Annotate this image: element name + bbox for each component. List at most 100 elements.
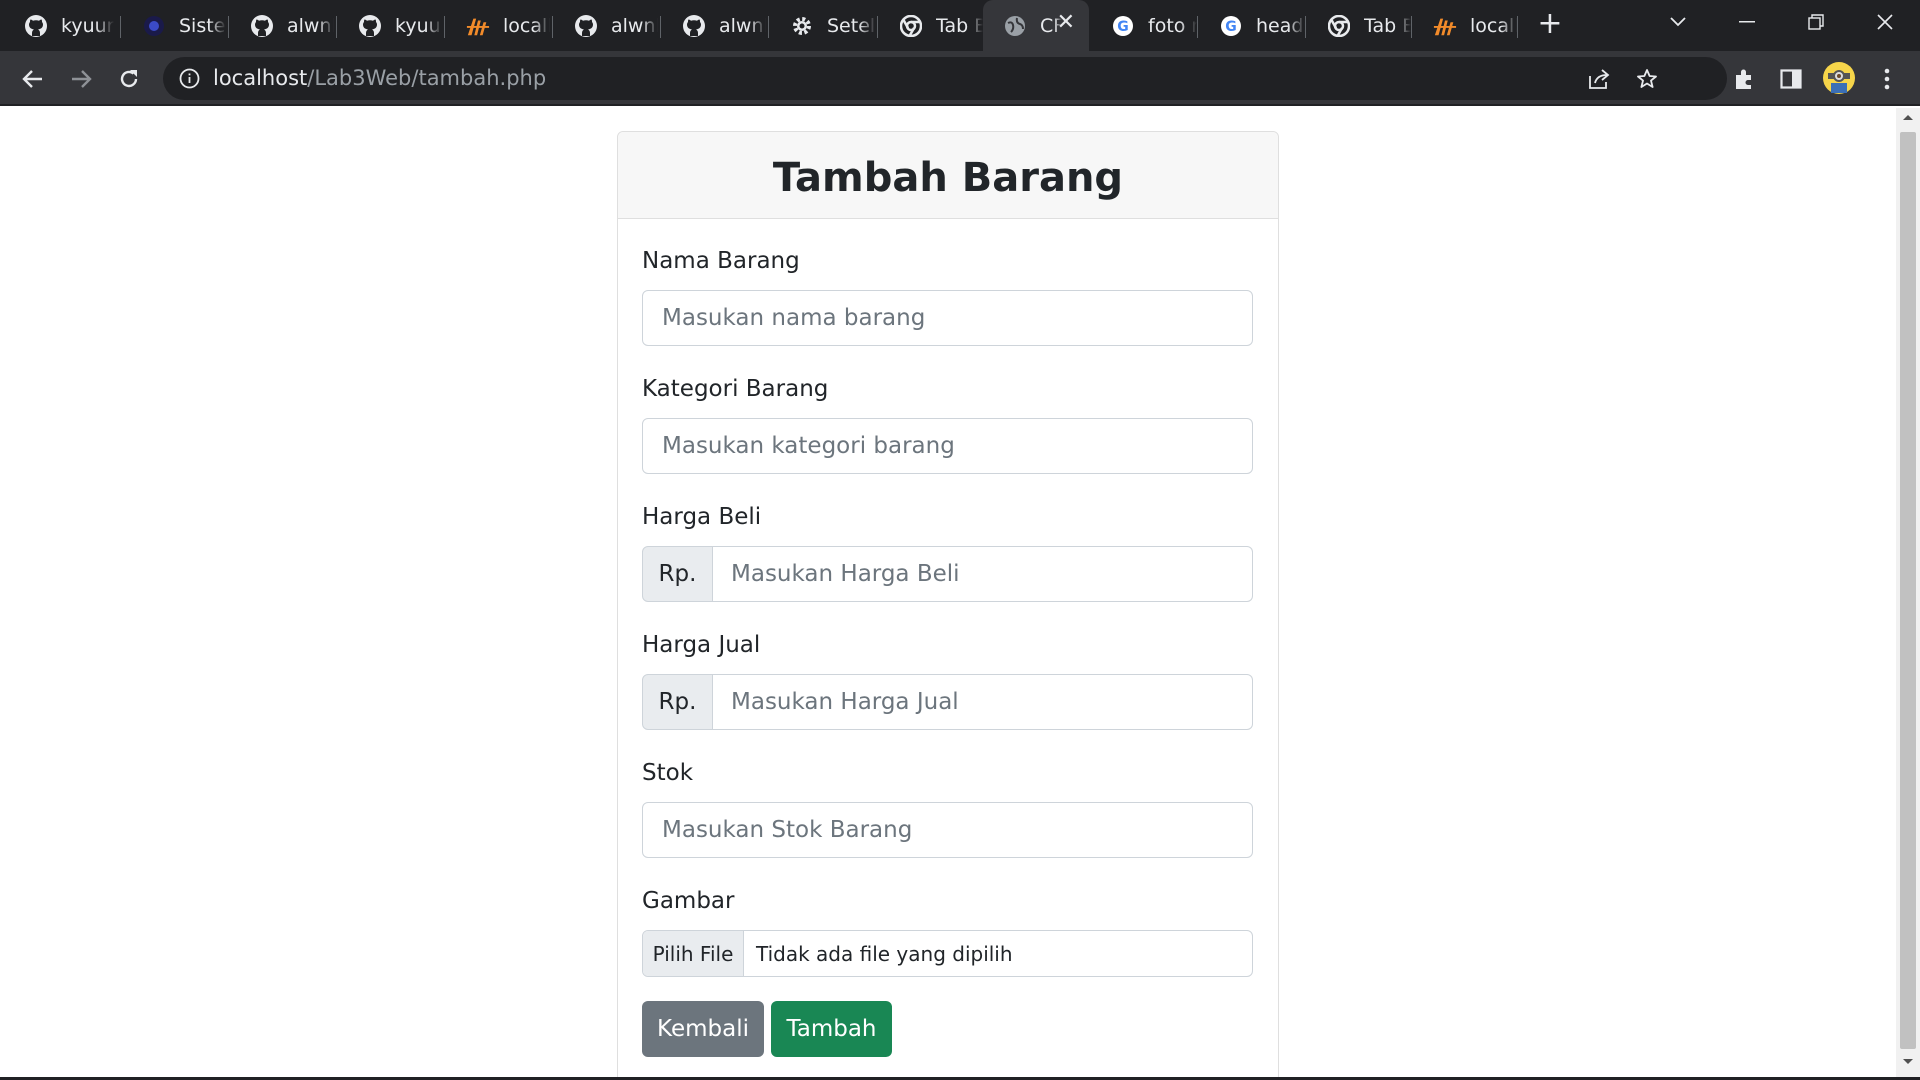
tab-separator bbox=[444, 16, 445, 38]
browser-tab[interactable]: kyuur bbox=[338, 6, 442, 45]
currency-prefix: Rp. bbox=[642, 674, 713, 730]
gambar-file-input[interactable]: Pilih File Tidak ada file yang dipilih bbox=[642, 930, 1253, 977]
tab-title: localh bbox=[1470, 14, 1517, 37]
browser-tab[interactable]: alwnlt bbox=[554, 6, 658, 45]
tab-title: Sisten bbox=[179, 14, 226, 37]
harga-beli-label: Harga Beli bbox=[642, 504, 762, 530]
extensions-icon[interactable] bbox=[1730, 65, 1758, 93]
github-icon bbox=[358, 14, 382, 38]
gambar-label: Gambar bbox=[642, 888, 735, 914]
tab-title: localh bbox=[503, 14, 550, 37]
tab-strip: kyuur Sisten alwnlt kyuur localh alwnlt … bbox=[0, 0, 1920, 51]
browser-toolbar: localhost/Lab3Web/tambah.php bbox=[0, 51, 1920, 106]
page-viewport: Tambah Barang Nama Barang Kategori Baran… bbox=[0, 108, 1896, 1077]
bookmark-star-icon[interactable] bbox=[1636, 68, 1658, 94]
minimize-button[interactable] bbox=[1717, 0, 1777, 44]
tab-separator bbox=[336, 16, 337, 38]
tab-separator bbox=[1305, 16, 1306, 38]
tab-title: heads bbox=[1256, 14, 1305, 37]
new-tab-button[interactable]: + bbox=[1535, 9, 1565, 40]
url-path: /Lab3Web/tambah.php bbox=[307, 66, 547, 90]
browser-tab[interactable]: Setela bbox=[770, 6, 876, 45]
page-title: Tambah Barang bbox=[772, 155, 1124, 201]
reload-icon[interactable] bbox=[115, 65, 143, 93]
harga-jual-label: Harga Jual bbox=[642, 632, 761, 658]
browser-tab[interactable]: G foto n bbox=[1091, 6, 1197, 45]
tab-title: alwnlt bbox=[287, 14, 334, 37]
tab-title: alwnlt bbox=[719, 14, 766, 37]
tab-separator bbox=[1411, 16, 1412, 38]
tab-title: Tab B bbox=[936, 14, 983, 37]
xampp-icon bbox=[466, 14, 490, 38]
tab-title: kyuur bbox=[395, 14, 442, 37]
harga-jual-group: Rp. bbox=[642, 674, 1253, 730]
vertical-scrollbar[interactable] bbox=[1896, 108, 1920, 1077]
tab-separator bbox=[768, 16, 769, 38]
tab-separator bbox=[660, 16, 661, 38]
tab-title: Setela bbox=[827, 14, 876, 37]
card-header: Tambah Barang bbox=[618, 132, 1278, 219]
form-card: Tambah Barang Nama Barang Kategori Baran… bbox=[617, 131, 1279, 1077]
browser-tab[interactable]: Sisten bbox=[122, 6, 226, 45]
tab-title: alwnlt bbox=[611, 14, 658, 37]
forward-arrow-icon[interactable] bbox=[67, 65, 95, 93]
tab-search-icon[interactable] bbox=[1648, 0, 1708, 44]
chrome-icon bbox=[1327, 14, 1351, 38]
choose-file-button[interactable]: Pilih File bbox=[643, 931, 744, 976]
tab-separator bbox=[1197, 16, 1198, 38]
app-icon bbox=[142, 14, 166, 38]
svg-text:G: G bbox=[1225, 19, 1237, 35]
harga-beli-input[interactable] bbox=[713, 546, 1253, 602]
browser-tab[interactable]: Tab B bbox=[879, 6, 983, 45]
currency-prefix: Rp. bbox=[642, 546, 713, 602]
stok-input[interactable] bbox=[642, 802, 1253, 858]
file-status-text: Tidak ada file yang dipilih bbox=[756, 941, 1013, 966]
profile-avatar[interactable] bbox=[1822, 61, 1856, 95]
browser-tab[interactable]: alwnlt bbox=[662, 6, 766, 45]
browser-tab[interactable]: kyuur bbox=[4, 6, 114, 45]
tab-separator bbox=[552, 16, 553, 38]
tambah-button[interactable]: Tambah bbox=[771, 1001, 892, 1057]
github-icon bbox=[250, 14, 274, 38]
tab-title: foto n bbox=[1148, 14, 1197, 37]
share-icon[interactable] bbox=[1587, 68, 1611, 94]
harga-beli-group: Rp. bbox=[642, 546, 1253, 602]
github-icon bbox=[682, 14, 706, 38]
svg-text:G: G bbox=[1117, 19, 1129, 35]
tab-title: Tab B bbox=[1364, 14, 1411, 37]
globe-icon bbox=[1003, 14, 1027, 38]
tab-separator bbox=[228, 16, 229, 38]
kategori-barang-label: Kategori Barang bbox=[642, 376, 829, 402]
close-tab-icon[interactable]: ✕ bbox=[1057, 12, 1075, 34]
harga-jual-input[interactable] bbox=[713, 674, 1253, 730]
side-panel-icon[interactable] bbox=[1777, 65, 1805, 93]
browser-tab[interactable]: localh bbox=[1413, 6, 1517, 45]
tab-separator bbox=[1517, 16, 1518, 38]
back-arrow-icon[interactable] bbox=[19, 65, 47, 93]
url-text[interactable]: localhost/Lab3Web/tambah.php bbox=[213, 66, 546, 90]
scroll-down-arrow-icon[interactable] bbox=[1896, 1057, 1920, 1073]
kembali-button[interactable]: Kembali bbox=[642, 1001, 764, 1057]
browser-tab[interactable]: G heads bbox=[1199, 6, 1305, 45]
github-icon bbox=[574, 14, 598, 38]
url-host: localhost bbox=[213, 66, 308, 90]
settings-icon bbox=[790, 14, 814, 38]
browser-tab[interactable]: localh bbox=[446, 6, 550, 45]
nama-barang-input[interactable] bbox=[642, 290, 1253, 346]
github-icon bbox=[24, 14, 48, 38]
browser-tab-active[interactable]: CF ✕ bbox=[983, 0, 1089, 51]
scroll-up-arrow-icon[interactable] bbox=[1896, 112, 1920, 128]
menu-kebab-icon[interactable] bbox=[1873, 65, 1901, 93]
kategori-barang-input[interactable] bbox=[642, 418, 1253, 474]
scrollbar-thumb[interactable] bbox=[1900, 132, 1916, 1049]
browser-tab[interactable]: Tab B bbox=[1307, 6, 1411, 45]
browser-tab[interactable]: alwnlt bbox=[230, 6, 334, 45]
tab-separator bbox=[877, 16, 878, 38]
google-icon: G bbox=[1111, 14, 1135, 38]
address-bar[interactable]: localhost/Lab3Web/tambah.php bbox=[163, 57, 1727, 100]
site-info-icon[interactable] bbox=[179, 68, 200, 93]
tab-separator bbox=[120, 16, 121, 38]
close-window-button[interactable] bbox=[1855, 0, 1915, 44]
restore-button[interactable] bbox=[1786, 0, 1846, 44]
chrome-icon bbox=[899, 14, 923, 38]
